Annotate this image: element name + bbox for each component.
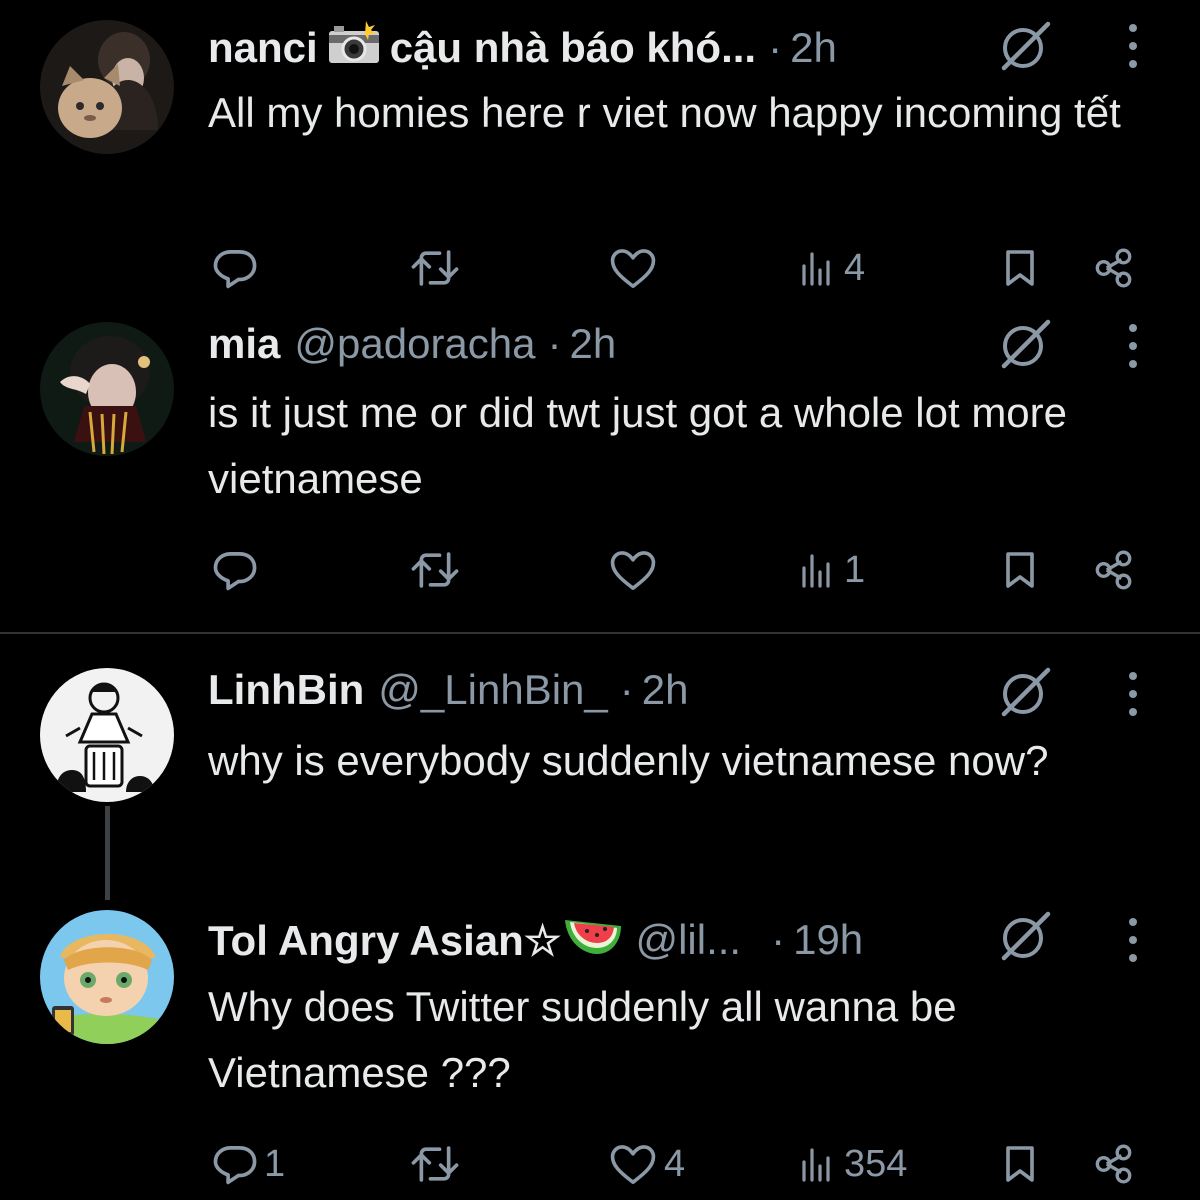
- like-count: 4: [664, 1142, 686, 1185]
- bookmark-icon: [1000, 1142, 1040, 1186]
- heart-icon: [608, 1141, 658, 1187]
- tweet-header: nanci cậu nhà báo khó... · 2h: [208, 18, 837, 78]
- tweet-text: is it just me or did twt just got a whol…: [208, 389, 1068, 502]
- watermelon-icon: [561, 914, 623, 966]
- reply-icon: [212, 245, 258, 291]
- retweet-button[interactable]: [410, 540, 466, 600]
- like-button[interactable]: 4: [608, 1134, 685, 1194]
- bookmark-button[interactable]: [1000, 238, 1040, 298]
- tweet-actions: 4: [0, 238, 1200, 298]
- handle[interactable]: cậu nhà báo khó...: [390, 24, 756, 72]
- display-name[interactable]: LinhBin: [208, 666, 364, 714]
- share-icon: [1090, 547, 1136, 593]
- avatar[interactable]: [40, 668, 174, 802]
- reply-button[interactable]: 1: [212, 1134, 285, 1194]
- camera-flash-icon: [326, 21, 382, 75]
- retweet-icon: [410, 1141, 460, 1187]
- views-icon: [798, 550, 838, 590]
- heart-icon: [608, 245, 658, 291]
- avatar[interactable]: [40, 20, 174, 154]
- share-button[interactable]: [1090, 1134, 1136, 1194]
- grok-icon[interactable]: [996, 18, 1052, 74]
- bookmark-button[interactable]: [1000, 1134, 1040, 1194]
- tweet-actions: 1: [0, 540, 1200, 600]
- views-count: 1: [844, 548, 866, 591]
- divider: [0, 632, 1200, 634]
- avatar[interactable]: [40, 322, 174, 456]
- avatar[interactable]: [40, 910, 174, 1044]
- separator-dot: ·: [771, 916, 786, 963]
- views-button[interactable]: 354: [798, 1134, 907, 1194]
- share-icon: [1090, 1141, 1136, 1187]
- reply-count: 1: [264, 1142, 286, 1185]
- retweet-button[interactable]: [410, 1134, 466, 1194]
- share-icon: [1090, 245, 1136, 291]
- like-button[interactable]: [608, 540, 664, 600]
- views-count: 354: [844, 1142, 908, 1185]
- thread-connector: [105, 806, 110, 900]
- heart-icon: [608, 547, 658, 593]
- display-name[interactable]: nanci: [208, 24, 318, 72]
- reply-icon: [212, 547, 258, 593]
- bookmark-icon: [1000, 548, 1040, 592]
- timestamp[interactable]: 19h: [793, 916, 863, 964]
- grok-icon[interactable]: [996, 664, 1052, 720]
- reply-button[interactable]: [212, 540, 264, 600]
- separator-dot: ·: [768, 24, 783, 71]
- more-options-icon[interactable]: [1120, 318, 1146, 374]
- views-icon: [798, 1144, 838, 1184]
- views-count: 4: [844, 246, 866, 289]
- separator-dot: ·: [619, 666, 634, 713]
- more-options-icon[interactable]: [1120, 18, 1146, 74]
- views-icon: [798, 248, 838, 288]
- tweet-header: Tol Angry Asian☆ @lil... · 19h: [208, 910, 863, 970]
- share-button[interactable]: [1090, 238, 1136, 298]
- handle[interactable]: @_LinhBin_: [378, 666, 607, 714]
- views-button[interactable]: 1: [798, 540, 865, 600]
- display-name[interactable]: Tol Angry Asian☆: [208, 916, 561, 965]
- like-button[interactable]: [608, 238, 664, 298]
- handle[interactable]: @padoracha: [294, 320, 535, 368]
- share-button[interactable]: [1090, 540, 1136, 600]
- timestamp[interactable]: 2h: [570, 320, 617, 368]
- bookmark-button[interactable]: [1000, 540, 1040, 600]
- retweet-icon: [410, 547, 460, 593]
- tweet-actions: 1 4 354: [0, 1134, 1200, 1194]
- retweet-icon: [410, 245, 460, 291]
- tweet-header: LinhBin @_LinhBin_ · 2h: [208, 660, 688, 720]
- timestamp[interactable]: 2h: [642, 666, 689, 714]
- more-options-icon[interactable]: [1120, 666, 1146, 722]
- views-button[interactable]: 4: [798, 238, 865, 298]
- timestamp[interactable]: 2h: [790, 24, 837, 72]
- tweet-header: mia @padoracha · 2h: [208, 314, 616, 374]
- tweet-text: All my homies here r viet now happy inco…: [208, 89, 1121, 136]
- bookmark-icon: [1000, 246, 1040, 290]
- grok-icon[interactable]: [996, 316, 1052, 372]
- retweet-button[interactable]: [410, 238, 466, 298]
- tweet-text: Why does Twitter suddenly all wanna be V…: [208, 983, 957, 1096]
- reply-icon: [212, 1141, 258, 1187]
- grok-icon[interactable]: [996, 908, 1052, 964]
- reply-button[interactable]: [212, 238, 264, 298]
- separator-dot: ·: [547, 320, 562, 367]
- display-name[interactable]: mia: [208, 320, 280, 368]
- handle[interactable]: @lil...: [635, 916, 741, 964]
- more-options-icon[interactable]: [1120, 912, 1146, 968]
- tweet-text: why is everybody suddenly vietnamese now…: [208, 737, 1049, 784]
